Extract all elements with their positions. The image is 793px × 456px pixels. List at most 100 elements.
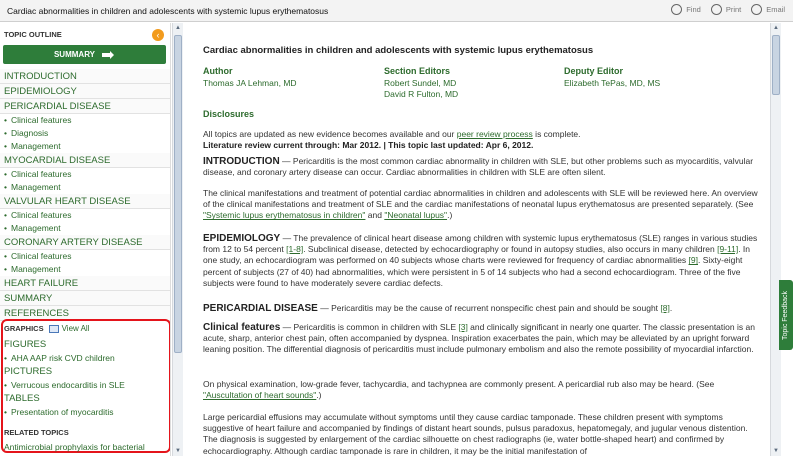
sidebar-scroll-thumb[interactable]	[174, 35, 182, 353]
clinical-features-heading: Clinical features	[203, 322, 281, 333]
author-label: Author	[203, 66, 233, 76]
email-label: Email	[766, 5, 785, 14]
topic-outline-heading: TOPIC OUTLINE	[4, 30, 62, 39]
pictures-heading: PICTURES	[4, 366, 53, 377]
graphics-heading: GRAPHICS View All	[4, 324, 89, 333]
reference-link[interactable]: [1-8]	[286, 244, 303, 254]
tables-heading: TABLES	[4, 393, 40, 404]
find-button[interactable]: Find	[671, 4, 701, 15]
outline-subsection-link[interactable]: Management	[0, 140, 170, 153]
epidemiology-heading: EPIDEMIOLOGY	[203, 233, 281, 244]
reference-link[interactable]: [3]	[458, 322, 467, 332]
pericardial-text: — Pericarditis may be the cause of recur…	[317, 303, 661, 313]
reference-link[interactable]: [8]	[660, 303, 669, 313]
overview-text: and	[365, 210, 385, 221]
article-title: Cardiac abnormalities in children and ad…	[203, 45, 594, 56]
overview-paragraph: The clinical manifestations and treatmen…	[203, 188, 759, 222]
introduction-text: — Pericarditis is the most common cardia…	[203, 156, 754, 178]
author-link[interactable]: Thomas JA Lehman, MD	[203, 78, 297, 88]
physical-exam-paragraph: On physical examination, low-grade fever…	[203, 379, 759, 401]
physical-exam-text: .)	[316, 390, 322, 401]
overview-text: .)	[447, 210, 453, 221]
arrow-right-icon	[102, 50, 115, 59]
topic-feedback-tab[interactable]: Topic Feedback	[779, 280, 793, 350]
top-bar: Cardiac abnormalities in children and ad…	[0, 0, 793, 22]
search-icon	[671, 4, 683, 15]
scroll-down-icon[interactable]: ▼	[173, 446, 183, 456]
print-label: Print	[725, 5, 742, 14]
print-button[interactable]: Print	[710, 4, 742, 15]
article-scrollbar[interactable]: ▲ ▼	[770, 23, 781, 456]
scroll-up-icon[interactable]: ▲	[771, 23, 781, 33]
section-editors-label: Section Editors	[384, 66, 451, 76]
summary-button-label: SUMMARY	[53, 50, 96, 59]
clinical-features-paragraph: Clinical features — Pericarditis is comm…	[203, 322, 759, 356]
outline-section-link[interactable]: HEART FAILURE	[0, 276, 170, 291]
scroll-up-icon[interactable]: ▲	[173, 23, 183, 33]
picture-link[interactable]: Verrucous endocarditis in SLE	[4, 380, 125, 390]
collapse-sidebar-icon[interactable]: ‹	[152, 29, 164, 41]
epidemiology-paragraph: EPIDEMIOLOGY — The prevalence of clinica…	[203, 233, 759, 289]
figure-link[interactable]: AHA AAP risk CVD children	[4, 353, 115, 363]
outline-subsection-link[interactable]: Clinical features	[0, 250, 170, 263]
article-content: Cardiac abnormalities in children and ad…	[196, 23, 770, 456]
outline-section-link[interactable]: CORONARY ARTERY DISEASE	[0, 235, 170, 250]
outline-subsection-link[interactable]: Clinical features	[0, 209, 170, 222]
window-title: Cardiac abnormalities in children and ad…	[7, 6, 329, 16]
outline-subsection-link[interactable]: Management	[0, 222, 170, 235]
article-scroll-thumb[interactable]	[772, 35, 780, 95]
overview-text: The clinical manifestations and treatmen…	[203, 188, 758, 210]
outline-section-link[interactable]: PERICARDIAL DISEASE	[0, 99, 170, 114]
effusion-paragraph: Large pericardial effusions may accumula…	[203, 412, 748, 456]
view-all-link[interactable]: View All	[48, 324, 90, 333]
introduction-heading: INTRODUCTION	[203, 156, 280, 167]
reference-link[interactable]: [9]	[689, 255, 698, 265]
topic-outline-sidebar: TOPIC OUTLINE ‹ SUMMARY INTRODUCTION EPID…	[0, 23, 171, 456]
scroll-down-icon[interactable]: ▼	[771, 446, 781, 456]
table-link[interactable]: Presentation of myocarditis	[4, 407, 114, 417]
toolbar: Find Print Email	[671, 4, 785, 15]
clinical-features-text: — Pericarditis is common in children wit…	[280, 322, 459, 332]
sle-children-link[interactable]: "Systemic lupus erythematosus in childre…	[203, 210, 365, 220]
sidebar-scrollbar[interactable]: ▲ ▼	[172, 23, 183, 456]
outline-nav: INTRODUCTION EPIDEMIOLOGY PERICARDIAL DISE…	[0, 69, 170, 321]
introduction-paragraph: INTRODUCTION — Pericarditis is the most …	[203, 156, 759, 178]
physical-exam-text: On physical examination, low-grade fever…	[203, 379, 715, 389]
related-topic-link[interactable]: Antimicrobial prophylaxis for bacterial	[4, 442, 145, 452]
email-icon	[751, 4, 763, 15]
auscultation-link[interactable]: "Auscultation of heart sounds"	[203, 390, 316, 400]
summary-button[interactable]: SUMMARY	[3, 45, 166, 64]
figures-heading: FIGURES	[4, 339, 47, 350]
reference-link[interactable]: [9-11]	[717, 244, 738, 254]
section-editor-link[interactable]: David R Fulton, MD	[384, 89, 458, 99]
deputy-editor-label: Deputy Editor	[564, 66, 624, 76]
outline-section-link[interactable]: INTRODUCTION	[0, 69, 170, 84]
outline-section-link[interactable]: SUMMARY	[0, 291, 170, 306]
pericardial-text: .	[669, 303, 673, 313]
update-text: All topics are updated as new evidence b…	[203, 129, 457, 139]
email-button[interactable]: Email	[751, 4, 785, 15]
outline-subsection-link[interactable]: Diagnosis	[0, 127, 170, 140]
pericardial-paragraph: PERICARDIAL DISEASE — Pericarditis may b…	[203, 303, 759, 314]
section-editor-link[interactable]: Robert Sundel, MD	[384, 78, 456, 88]
outline-subsection-link[interactable]: Management	[0, 263, 170, 276]
view-all-label: View All	[61, 324, 90, 333]
graphics-heading-label: GRAPHICS	[4, 324, 44, 333]
epidemiology-text: . Subclinical disease, detected by echoc…	[303, 244, 718, 255]
outline-subsection-link[interactable]: Clinical features	[0, 114, 170, 127]
gallery-icon	[48, 324, 59, 333]
outline-subsection-link[interactable]: Management	[0, 181, 170, 194]
outline-section-link[interactable]: MYOCARDIAL DISEASE	[0, 153, 170, 168]
neonatal-lupus-link[interactable]: "Neonatal lupus"	[384, 210, 447, 220]
deputy-editor-link[interactable]: Elizabeth TePas, MD, MS	[564, 78, 660, 88]
find-label: Find	[686, 5, 701, 14]
related-topics-heading: RELATED TOPICS	[4, 428, 69, 437]
disclosures-link[interactable]: Disclosures	[203, 109, 254, 119]
peer-review-link[interactable]: peer review process	[457, 129, 533, 139]
update-notice: All topics are updated as new evidence b…	[203, 129, 759, 151]
outline-section-link[interactable]: VALVULAR HEART DISEASE	[0, 194, 170, 209]
update-text: is complete.	[532, 129, 581, 139]
outline-subsection-link[interactable]: Clinical features	[0, 168, 170, 181]
print-icon	[710, 4, 722, 15]
outline-section-link[interactable]: EPIDEMIOLOGY	[0, 84, 170, 99]
